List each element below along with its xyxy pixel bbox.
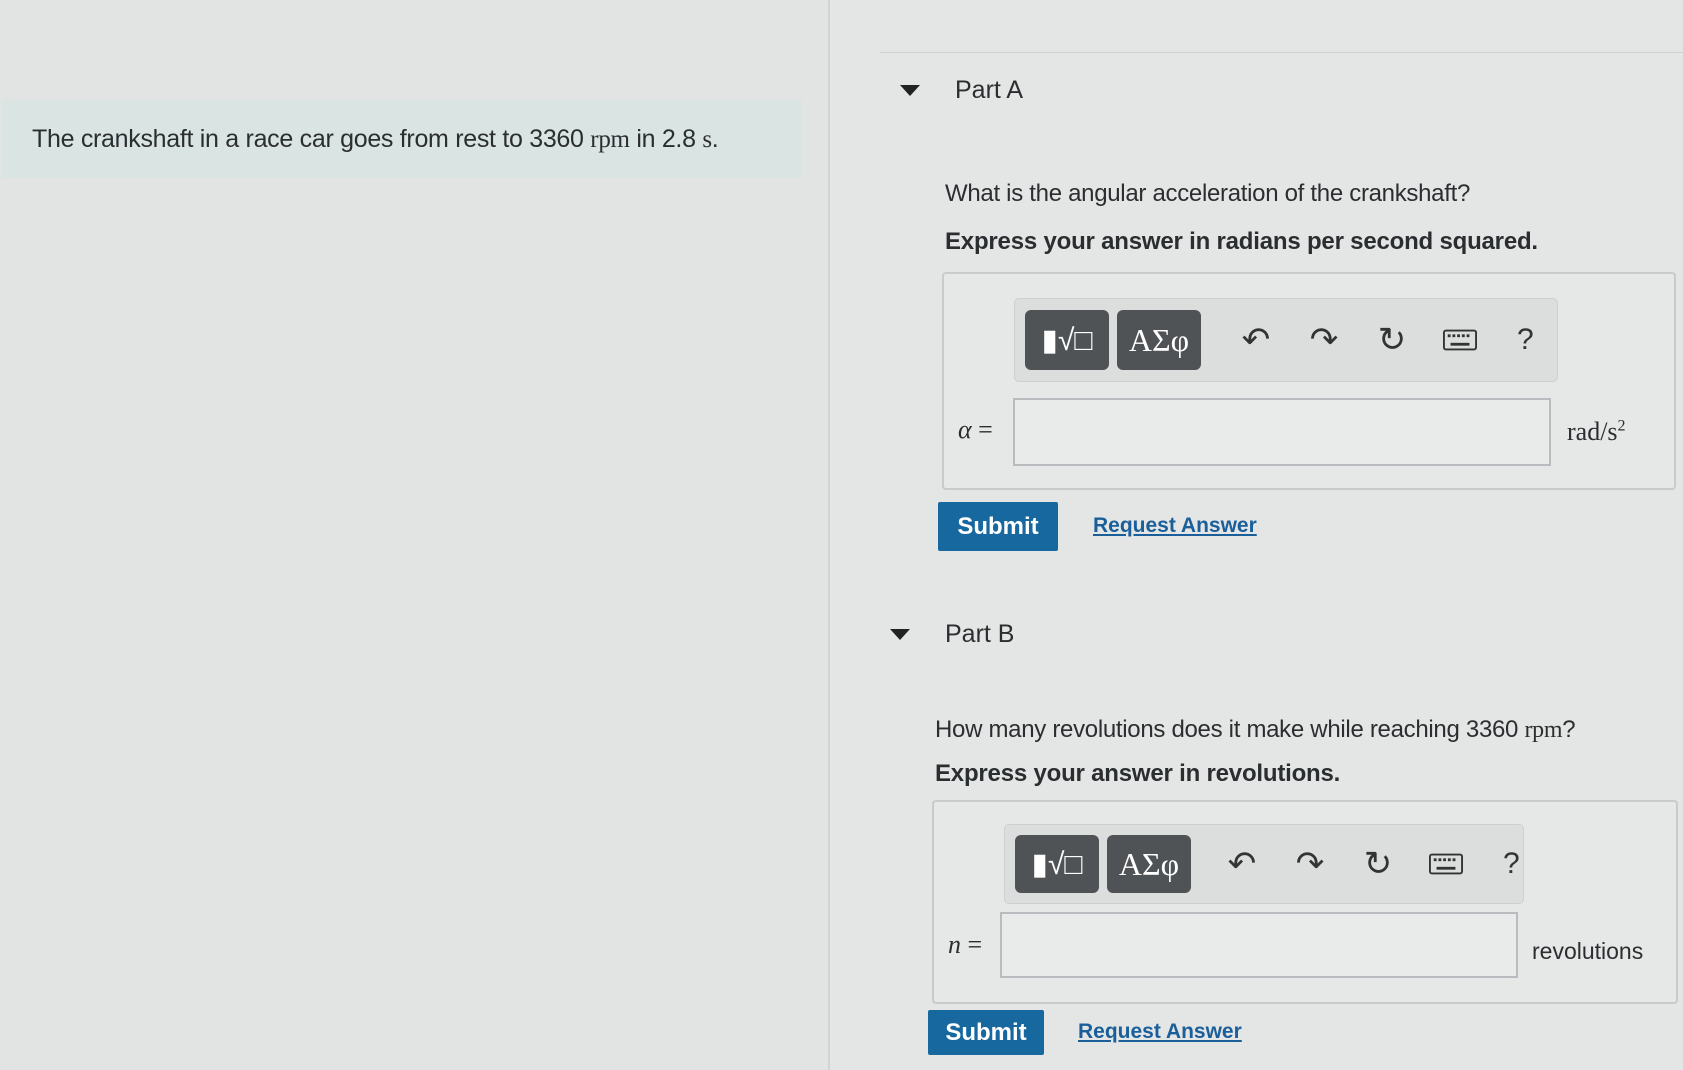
templates-icon: ▮√□: [1031, 847, 1083, 881]
problem-text-end: .: [711, 125, 719, 153]
help-icon[interactable]: ?: [1503, 847, 1520, 881]
part-separator: [880, 52, 1683, 53]
part-b-submit-button[interactable]: Submit: [928, 1010, 1044, 1055]
alpha-answer-input[interactable]: [1013, 398, 1551, 466]
redo-icon[interactable]: ↷: [1307, 321, 1341, 359]
greek-icon: ΑΣφ: [1118, 845, 1180, 882]
collapse-caret-icon[interactable]: [890, 629, 910, 640]
redo-icon[interactable]: ↷: [1293, 845, 1327, 883]
greek-symbols-button[interactable]: ΑΣφ: [1107, 835, 1191, 893]
templates-icon: ▮√□: [1041, 323, 1093, 357]
problem-seconds-unit: s: [702, 126, 712, 153]
keyboard-icon[interactable]: [1429, 847, 1463, 881]
revolutions-unit: revolutions: [1532, 938, 1644, 964]
greek-symbols-button[interactable]: ΑΣφ: [1117, 310, 1201, 370]
greek-icon: ΑΣφ: [1128, 321, 1190, 358]
alpha-label: α =: [958, 415, 993, 444]
part-b-title: Part B: [945, 620, 1015, 648]
reset-icon[interactable]: ↻: [1361, 845, 1395, 883]
help-icon[interactable]: ?: [1517, 323, 1534, 357]
part-b-math-toolbar: ▮√□ ΑΣφ ↶ ↷ ↻ ?: [1004, 824, 1524, 904]
pane-divider: [828, 0, 830, 1070]
undo-icon[interactable]: ↶: [1239, 321, 1273, 359]
part-b-header[interactable]: Part B: [890, 620, 1014, 649]
part-b-request-answer-link[interactable]: Request Answer: [1078, 1020, 1242, 1044]
alpha-unit: rad/s2: [1567, 417, 1626, 446]
problem-statement: The crankshaft in a race car goes from r…: [2, 100, 802, 178]
collapse-caret-icon[interactable]: [900, 85, 920, 96]
part-a-math-toolbar: ▮√□ ΑΣφ ↶ ↷ ↻ ?: [1014, 298, 1558, 382]
undo-icon[interactable]: ↶: [1225, 845, 1259, 883]
part-a-submit-button[interactable]: Submit: [938, 502, 1058, 551]
problem-text-mid: in 2.8: [629, 125, 703, 153]
part-a-header[interactable]: Part A: [900, 76, 1023, 105]
revolutions-answer-input[interactable]: [1000, 912, 1518, 978]
keyboard-icon[interactable]: [1443, 323, 1477, 357]
part-b-question: How many revolutions does it make while …: [935, 716, 1576, 743]
part-a-question: What is the angular acceleration of the …: [945, 180, 1471, 207]
part-a-instruction: Express your answer in radians per secon…: [945, 228, 1538, 255]
n-label: n =: [948, 930, 983, 959]
templates-button[interactable]: ▮√□: [1025, 310, 1109, 370]
part-a-request-answer-link[interactable]: Request Answer: [1093, 514, 1257, 538]
problem-rpm-unit: rpm: [590, 126, 630, 153]
part-b-instruction: Express your answer in revolutions.: [935, 760, 1341, 787]
problem-text: The crankshaft in a race car goes from r…: [32, 125, 591, 153]
part-a-title: Part A: [955, 76, 1024, 104]
templates-button[interactable]: ▮√□: [1015, 835, 1099, 893]
reset-icon[interactable]: ↻: [1375, 321, 1409, 359]
